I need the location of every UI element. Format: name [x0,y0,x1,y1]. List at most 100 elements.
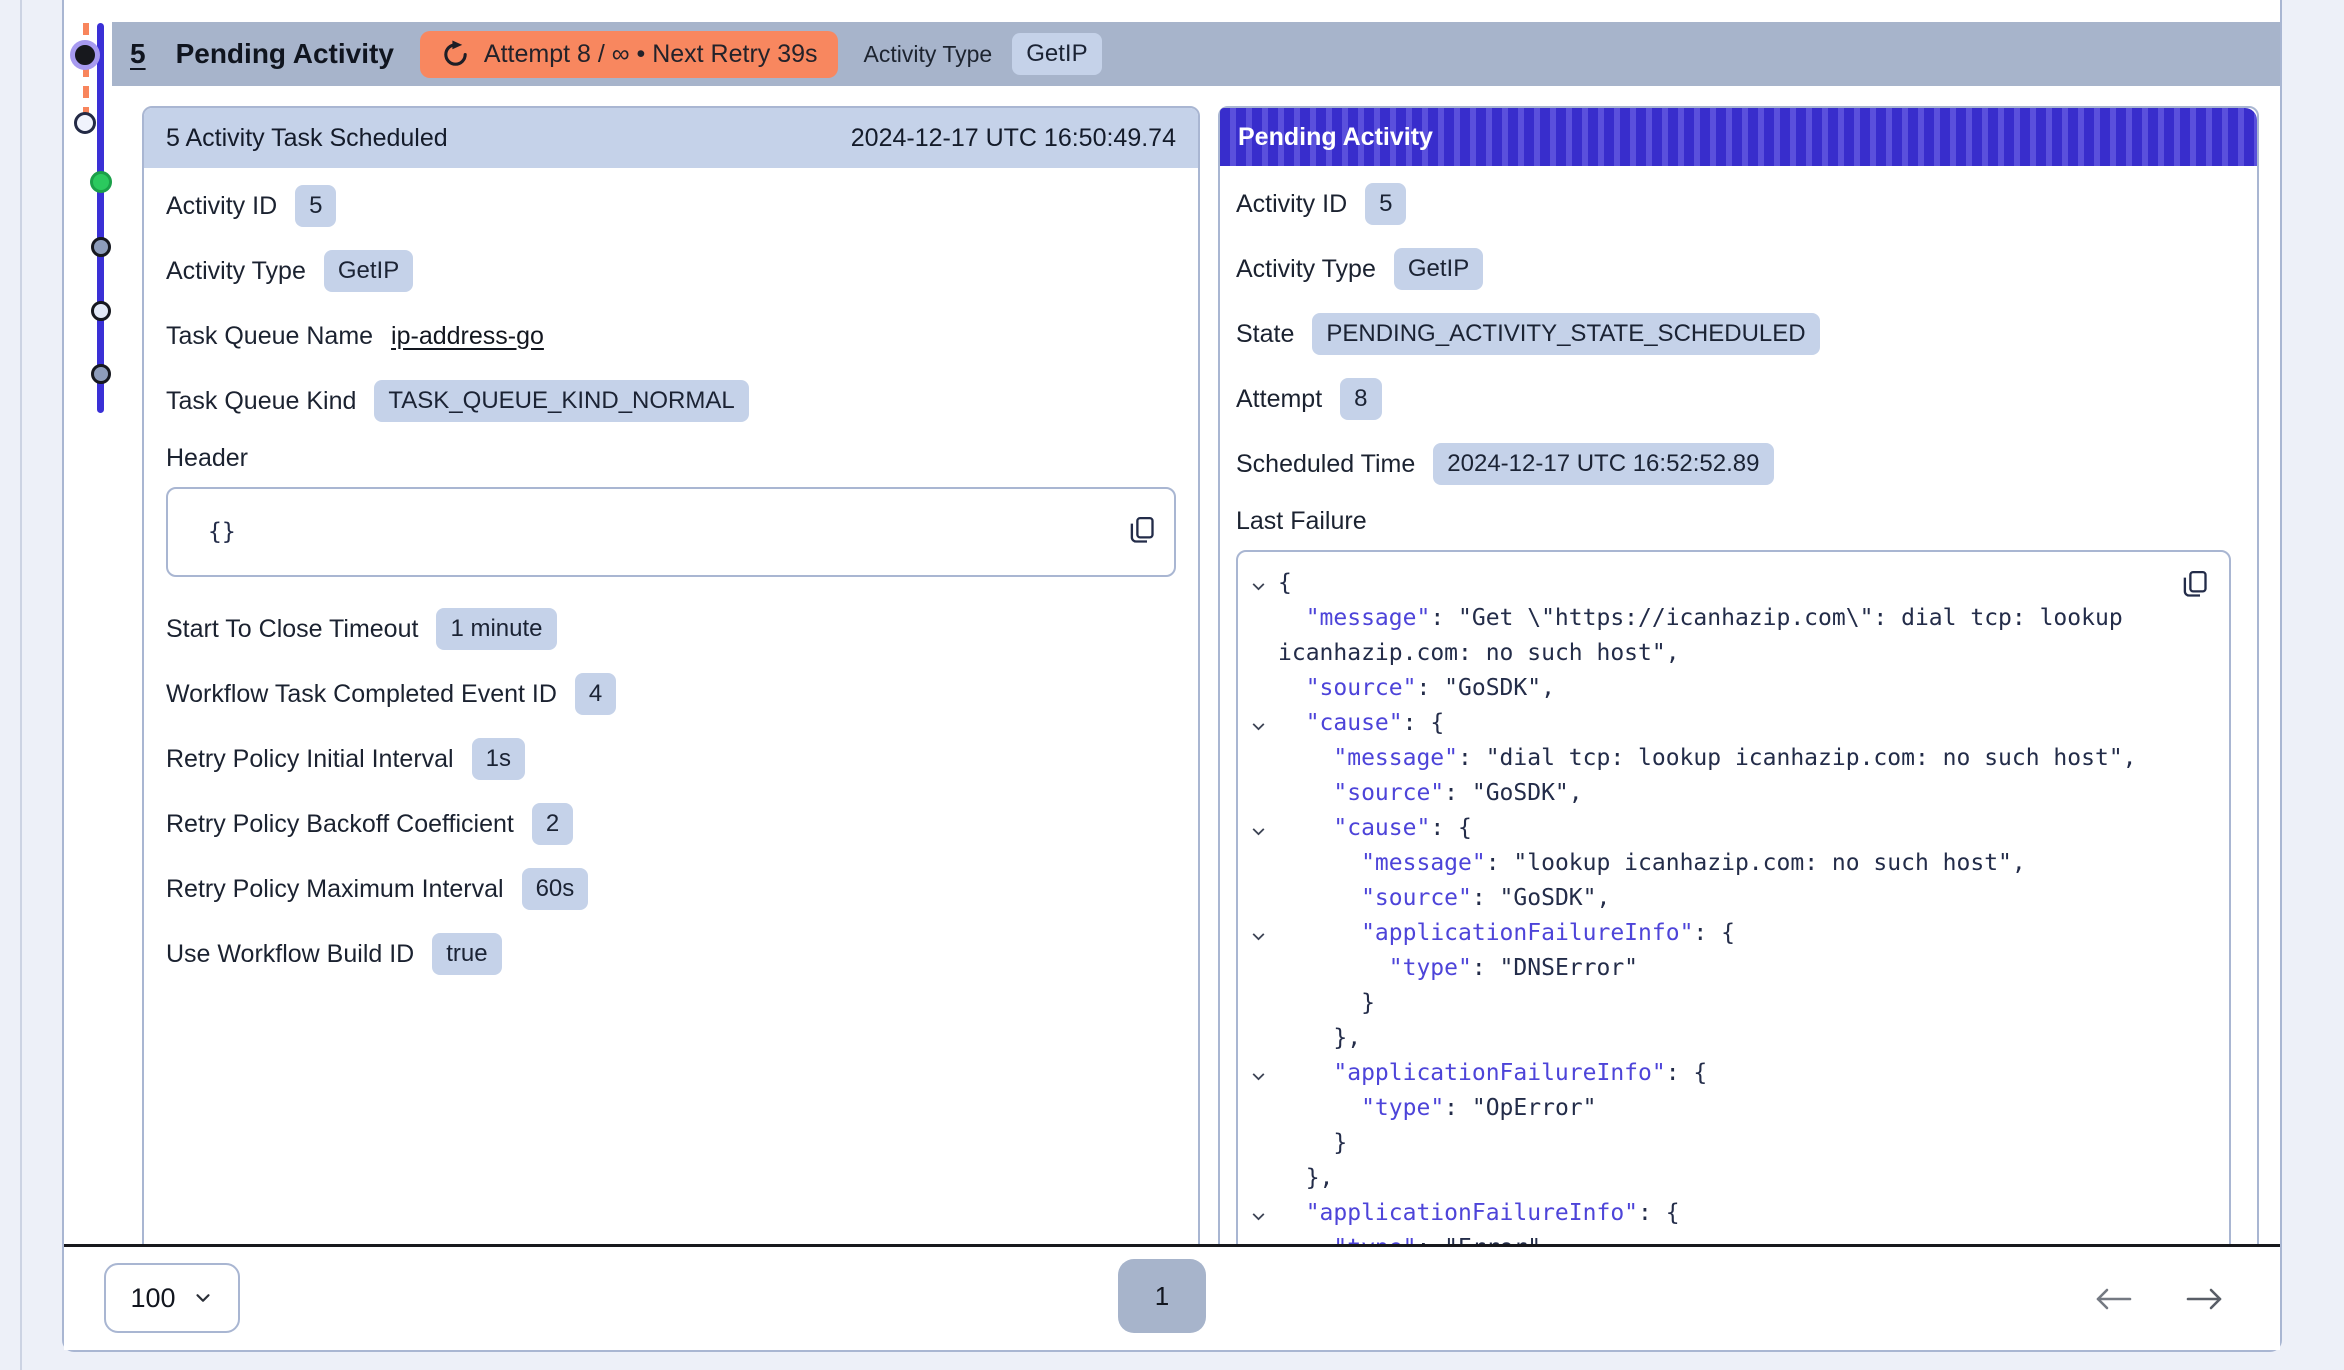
field-label: Task Queue Kind [166,387,356,416]
field-value-badge: true [432,933,501,975]
gutter-spacer [1250,601,1278,636]
timeline-dot-light[interactable] [91,301,111,321]
field-value-badge: TASK_QUEUE_KIND_NORMAL [374,380,748,422]
pending-activity-card-body: Activity ID5Activity TypeGetIPStatePENDI… [1220,166,2257,1244]
collapse-chevron-icon[interactable] [1250,916,1278,951]
field-label: Retry Policy Initial Interval [166,745,454,774]
field-label: Activity ID [1236,190,1347,219]
collapse-chevron-icon[interactable] [1250,1196,1278,1231]
json-code: "source": "GoSDK", [1278,881,1610,916]
json-code: "message": "lookup icanhazip.com: no suc… [1278,846,2026,881]
json-code: "message": "dial tcp: lookup icanhazip.c… [1278,741,2137,776]
field-label: Task Queue Name [166,322,373,351]
event-details-container: 5 Pending Activity Attempt 8 / ∞ • Next … [62,0,2282,1352]
timeline-dot-open-circle[interactable] [74,112,96,134]
timeline-dot-gray[interactable] [91,237,111,257]
json-code: "applicationFailureInfo": { [1278,916,1735,951]
event-detail-panels: 5 Activity Task Scheduled 2024-12-17 UTC… [64,106,2280,1244]
page-size-select[interactable]: 100 [104,1263,240,1333]
activity-type-label: Activity Type [864,41,993,68]
header-payload-value: {} [208,519,236,545]
pending-activity-card-title: Pending Activity [1238,123,1433,152]
field-label: Activity Type [1236,255,1376,284]
json-code: "type": "DNSError" [1278,951,1638,986]
retry-badge-label: Attempt 8 / ∞ • Next Retry 39s [484,40,818,69]
json-line: "type": "DNSError" [1250,951,2215,986]
field-value-badge: 2024-12-17 UTC 16:52:52.89 [1433,443,1773,485]
copy-icon [1125,514,1158,547]
field-label: Attempt [1236,385,1322,414]
field-row-retry-policy-initial-interval: Retry Policy Initial Interval1s [166,737,1176,781]
event-id-link[interactable]: 5 [130,38,146,70]
field-row-use-workflow-build-id: Use Workflow Build ID true [166,932,1176,976]
json-code: "source": "GoSDK", [1278,671,1555,706]
gutter-spacer [1250,1161,1278,1196]
last-failure-label: Last Failure [1236,507,2231,536]
gutter-spacer [1250,776,1278,811]
collapse-chevron-icon[interactable] [1250,1056,1278,1091]
event-timestamp: 2024-12-17 UTC 16:50:49.74 [851,124,1176,153]
timeline-dot-current-selected[interactable] [75,45,95,65]
timeline-dashed-line [83,23,89,119]
pending-activity-card: Pending Activity Activity ID5Activity Ty… [1218,106,2259,1244]
json-line: "applicationFailureInfo": { [1250,916,2215,951]
pending-activity-card-header: Pending Activity [1220,108,2257,166]
next-page-button[interactable] [2185,1286,2225,1312]
field-row-task-queue-kind: Task Queue Kind TASK_QUEUE_KIND_NORMAL [166,379,1176,423]
event-title: Pending Activity [176,38,394,70]
json-line: "type": "Error" [1250,1231,2215,1244]
json-line: }, [1250,1161,2215,1196]
gutter-spacer [1250,951,1278,986]
field-row-task-queue-name: Task Queue Name ip-address-go [166,314,1176,358]
field-value-badge: 60s [522,868,589,910]
json-line: icanhazip.com: no such host", [1250,636,2215,671]
event-detail-card-title: 5 Activity Task Scheduled [166,124,448,153]
event-detail-card: 5 Activity Task Scheduled 2024-12-17 UTC… [142,106,1200,1244]
timeline-dot-gray[interactable] [91,364,111,384]
chevron-down-icon [192,1287,214,1309]
event-detail-card-header: 5 Activity Task Scheduled 2024-12-17 UTC… [144,108,1198,168]
json-line: "applicationFailureInfo": { [1250,1056,2215,1091]
json-code: } [1278,986,1375,1021]
field-value-badge: 4 [575,673,616,715]
json-code: "type": "Error" [1278,1231,1541,1244]
field-row-state: StatePENDING_ACTIVITY_STATE_SCHEDULED [1236,312,2231,356]
field-row-scheduled-time: Scheduled Time 2024-12-17 UTC 16:52:52.89 [1236,442,2231,486]
task-queue-link[interactable]: ip-address-go [391,322,544,351]
json-line: "source": "GoSDK", [1250,776,2215,811]
gutter-spacer [1250,846,1278,881]
field-value-badge: 1 minute [436,608,556,650]
page-1-button[interactable]: 1 [1118,1259,1206,1333]
activity-type-badge: GetIP [1012,33,1101,75]
json-line: "type": "OpError" [1250,1091,2215,1126]
collapse-chevron-icon[interactable] [1250,811,1278,846]
field-label: Use Workflow Build ID [166,940,414,969]
json-line: "source": "GoSDK", [1250,671,2215,706]
retry-badge: Attempt 8 / ∞ • Next Retry 39s [420,31,838,78]
retry-icon [440,39,471,70]
field-value-badge: PENDING_ACTIVITY_STATE_SCHEDULED [1312,313,1819,355]
field-label: Scheduled Time [1236,450,1415,479]
field-row-workflow-task-completed-event-id: Workflow Task Completed Event ID4 [166,672,1176,716]
json-line: "message": "lookup icanhazip.com: no suc… [1250,846,2215,881]
json-code: { [1278,566,1292,601]
last-failure-json[interactable]: {"message": "Get \"https://icanhazip.com… [1236,550,2231,1244]
copy-button[interactable] [2178,568,2211,604]
page-left-divider [20,0,22,1370]
previous-page-button[interactable] [2093,1286,2133,1312]
event-group-header[interactable]: 5 Pending Activity Attempt 8 / ∞ • Next … [112,22,2280,86]
collapse-chevron-icon[interactable] [1250,566,1278,601]
collapse-chevron-icon[interactable] [1250,706,1278,741]
json-code: } [1278,1126,1347,1161]
gutter-spacer [1250,636,1278,671]
field-value-badge: GetIP [1394,248,1483,290]
copy-button[interactable] [1125,514,1158,550]
field-row-activity-type: Activity Type GetIP [1236,247,2231,291]
json-code: }, [1278,1021,1361,1056]
field-row-attempt: Attempt8 [1236,377,2231,421]
json-code: }, [1278,1161,1333,1196]
copy-icon [2178,568,2211,601]
json-line: } [1250,1126,2215,1161]
timeline-dot-active-green[interactable] [90,171,112,193]
field-value-badge: 2 [532,803,573,845]
